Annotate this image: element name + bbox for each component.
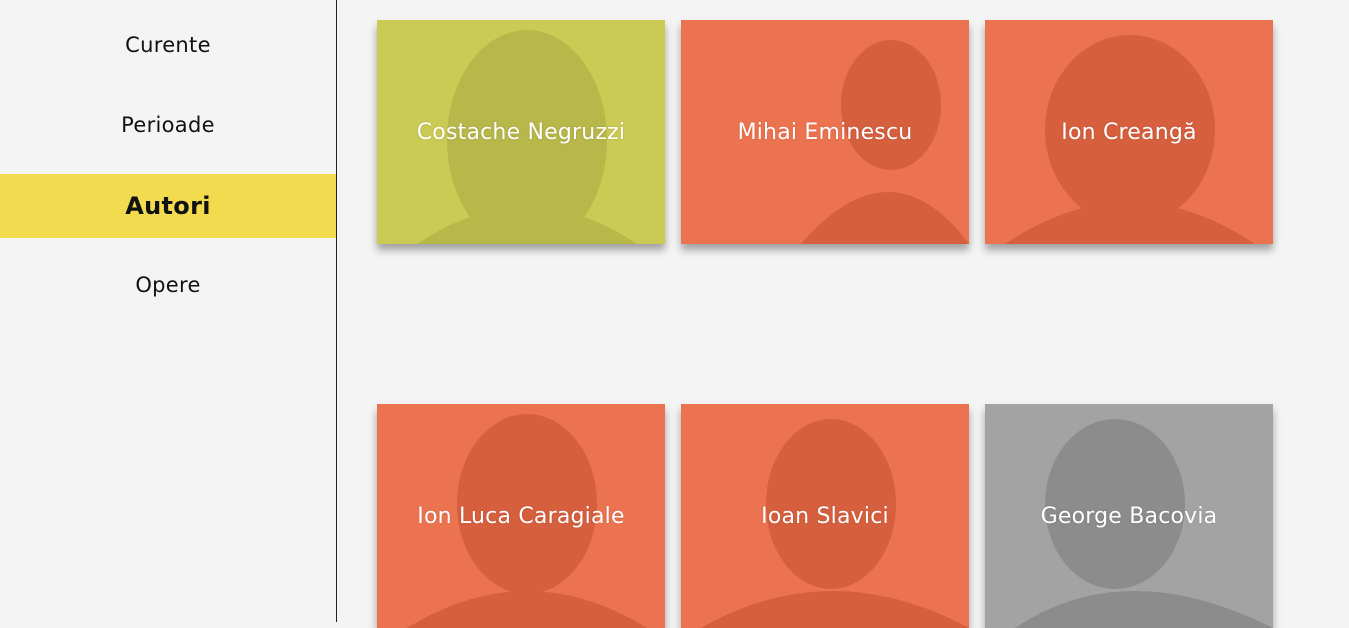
author-name: Ioan Slavici bbox=[761, 503, 889, 529]
author-card-ion-luca-caragiale[interactable]: Ion Luca Caragiale bbox=[377, 404, 665, 628]
nav-item-perioade[interactable]: Perioade bbox=[0, 93, 336, 157]
author-card-ioan-slavici[interactable]: Ioan Slavici bbox=[681, 404, 969, 628]
author-card-george-bacovia[interactable]: George Bacovia bbox=[985, 404, 1273, 628]
nav-item-label: Perioade bbox=[121, 113, 215, 137]
author-card-mihai-eminescu[interactable]: Mihai Eminescu bbox=[681, 20, 969, 244]
nav-item-label: Autori bbox=[125, 192, 211, 220]
author-name: Ion Luca Caragiale bbox=[417, 503, 625, 529]
nav-item-label: Opere bbox=[135, 273, 201, 297]
author-card-costache-negruzzi[interactable]: Costache Negruzzi bbox=[377, 20, 665, 244]
nav-item-autori[interactable]: Autori bbox=[0, 174, 336, 238]
author-name: Ion Creangă bbox=[1061, 119, 1197, 145]
author-card-ion-creanga[interactable]: Ion Creangă bbox=[985, 20, 1273, 244]
sidebar-nav: Curente Perioade Autori Opere bbox=[0, 0, 337, 622]
author-name: Costache Negruzzi bbox=[416, 119, 626, 145]
nav-item-label: Curente bbox=[125, 33, 211, 57]
author-name: George Bacovia bbox=[1040, 503, 1218, 529]
author-name: Mihai Eminescu bbox=[737, 119, 913, 145]
nav-item-opere[interactable]: Opere bbox=[0, 253, 336, 317]
nav-item-curente[interactable]: Curente bbox=[0, 13, 336, 77]
authors-grid: Costache Negruzzi Mihai Eminescu Ion Cre… bbox=[337, 0, 1349, 628]
